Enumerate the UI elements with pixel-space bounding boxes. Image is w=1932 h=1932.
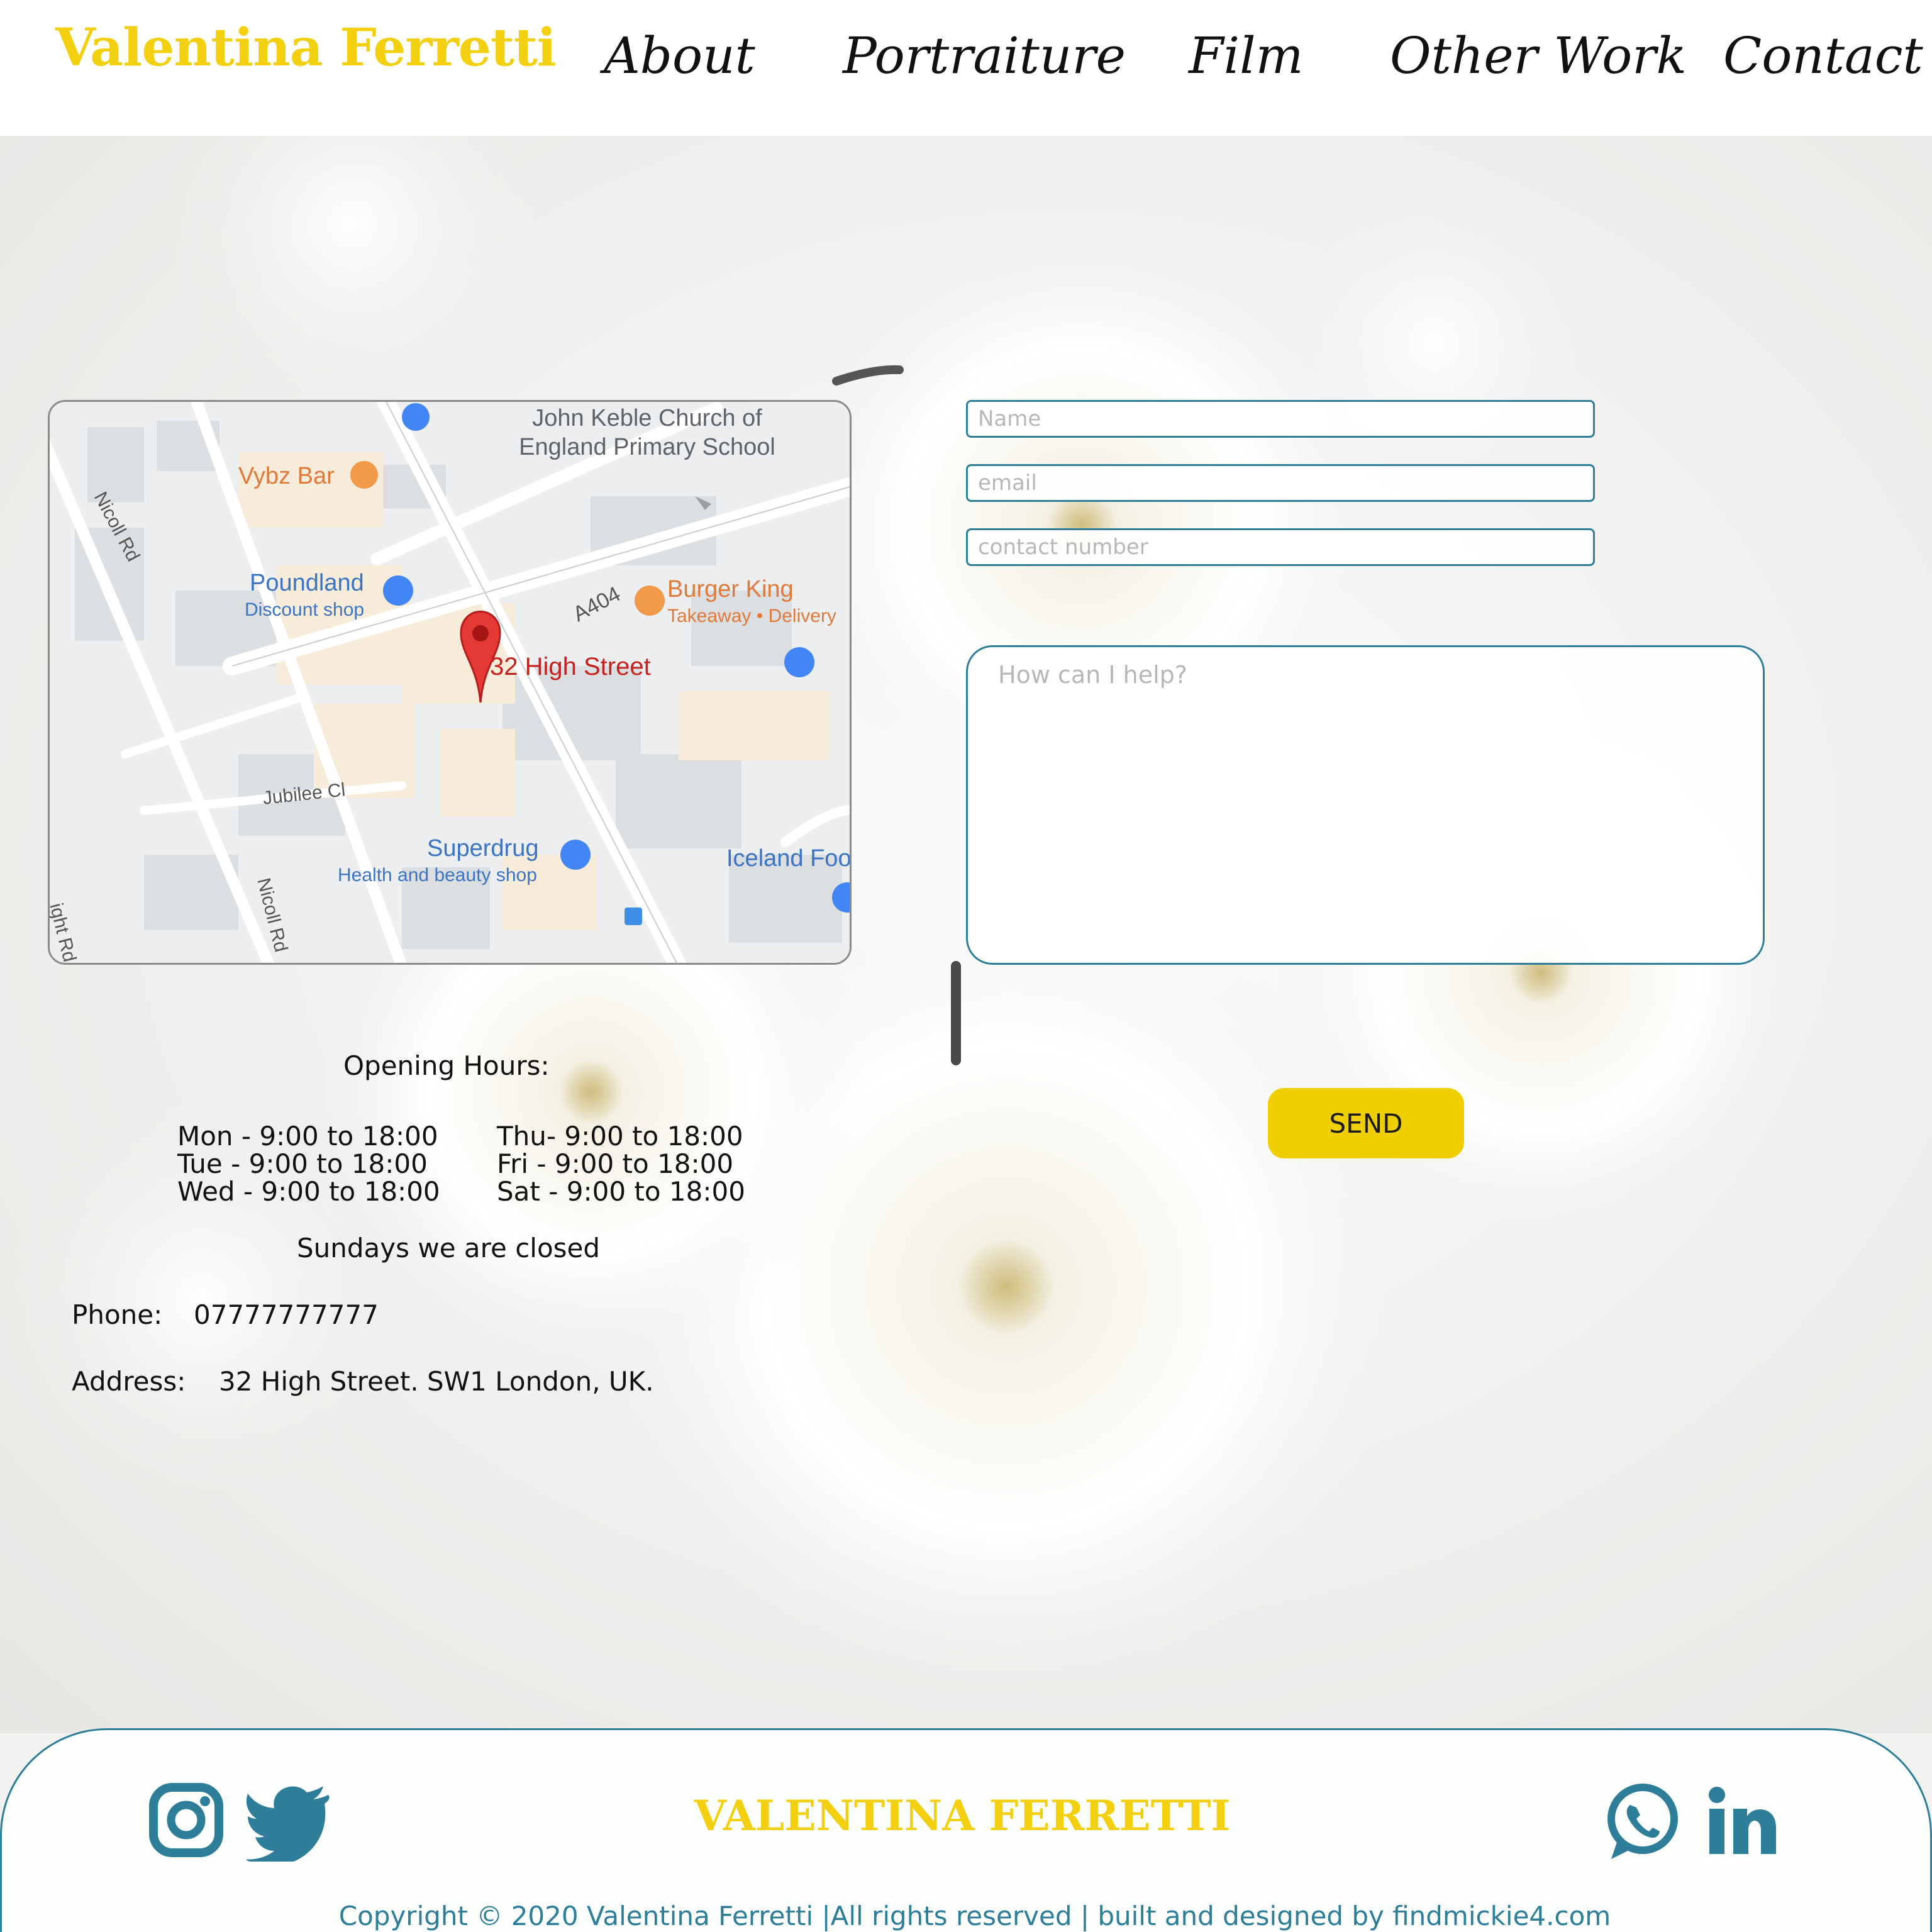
instagram-icon[interactable]: [142, 1780, 230, 1862]
map-label-superdrug: Superdrug: [427, 835, 538, 862]
map-label-school: John Keble Church of: [532, 405, 762, 431]
cart-icon-top: [402, 403, 430, 431]
twitter-icon[interactable]: [244, 1780, 335, 1866]
nav-portraiture[interactable]: Portraiture: [843, 26, 1126, 85]
phone-value[interactable]: 07777777777: [194, 1301, 379, 1330]
opening-hours-title: Opening Hours:: [343, 1050, 550, 1081]
map-label-poundland: Poundland: [250, 570, 364, 596]
address-value: 32 High Street. SW1 London, UK.: [219, 1366, 654, 1397]
name-input[interactable]: [966, 400, 1595, 438]
nav-film[interactable]: Film: [1189, 26, 1304, 85]
address-label: Address:: [72, 1366, 186, 1397]
map-label-school-2: England Primary School: [519, 434, 775, 460]
hours-wed: Wed - 9:00 to 18:00: [177, 1176, 440, 1207]
map-label-iceland: Iceland Foo: [726, 845, 852, 872]
site-header: Valentina Ferretti About Portraiture Fil…: [0, 0, 1932, 136]
nav-other-work[interactable]: Other Work: [1390, 26, 1687, 85]
map-pin-label: 32 High Street: [490, 653, 651, 680]
map-label-poundland-sub: Discount shop: [245, 599, 364, 620]
hours-fri: Fri - 9:00 to 18:00: [497, 1148, 734, 1179]
email-input[interactable]: [966, 464, 1595, 502]
location-map[interactable]: John Keble Church of England Primary Sch…: [48, 400, 852, 965]
map-label-burger-king: Burger King: [667, 576, 794, 602]
cart-icon: [784, 647, 814, 677]
send-button[interactable]: SEND: [1268, 1088, 1464, 1158]
hours-thu: Thu- 9:00 to 18:00: [497, 1121, 743, 1152]
restaurant-icon: [635, 586, 665, 616]
map-label-superdrug-sub: Health and beauty shop: [338, 865, 537, 886]
linkedin-icon[interactable]: [1698, 1780, 1786, 1862]
bus-stop-icon: [625, 908, 642, 925]
copyright-text: Copyright © 2020 Valentina Ferretti |All…: [338, 1901, 1611, 1931]
map-label-vybz-bar: Vybz Bar: [238, 463, 335, 489]
nav-about[interactable]: About: [604, 26, 755, 85]
phone-label: Phone:: [72, 1299, 163, 1330]
contact-number-input[interactable]: [966, 528, 1595, 566]
sunday-closed-note: Sundays we are closed: [297, 1233, 601, 1263]
beauty-shop-icon: [560, 840, 591, 870]
map-label-burger-king-sub: Takeaway • Delivery: [667, 606, 836, 626]
nav-contact[interactable]: Contact: [1723, 26, 1923, 85]
shop-icon: [383, 575, 413, 606]
whatsapp-icon[interactable]: [1597, 1780, 1685, 1862]
bar-icon: [350, 461, 378, 489]
site-logo-title[interactable]: Valentina Ferretti: [55, 18, 557, 78]
hours-sat: Sat - 9:00 to 18:00: [497, 1176, 745, 1207]
hours-tue: Tue - 9:00 to 18:00: [177, 1148, 428, 1179]
hours-mon: Mon - 9:00 to 18:00: [177, 1121, 438, 1152]
message-textarea[interactable]: [966, 645, 1765, 965]
footer-brand: VALENTINA FERRETTI: [694, 1791, 1231, 1840]
